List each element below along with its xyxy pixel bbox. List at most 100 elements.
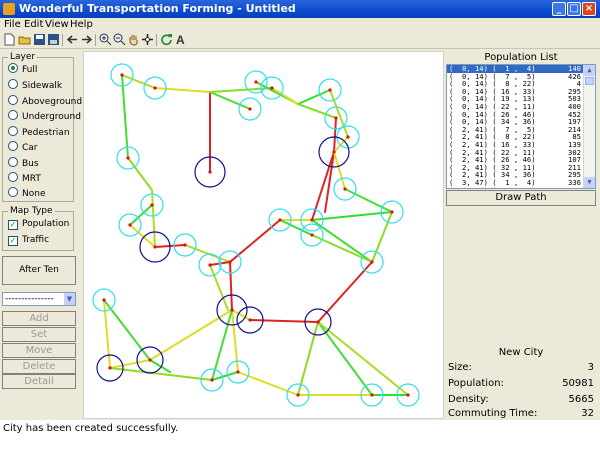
city-population-row: Population: 50981 (448, 377, 596, 391)
city-size-row: Size: 3 (448, 361, 596, 375)
new-file-icon[interactable] (3, 33, 16, 46)
traffic-checkbox[interactable]: ✓ Traffic (8, 234, 49, 246)
layer-option-label: Pedestrian (22, 128, 70, 138)
layer-option-full[interactable]: Full (8, 63, 37, 75)
menu-edit[interactable]: Edit (24, 18, 43, 32)
radio-icon (8, 187, 18, 197)
node-dot (126, 156, 130, 160)
zoom-out-icon[interactable] (113, 33, 126, 46)
city-select-value: --------------- (5, 294, 54, 304)
population-checkbox[interactable]: ✓ Population (8, 218, 69, 230)
data-cursor-icon[interactable] (141, 33, 154, 46)
move-button[interactable]: Move (2, 343, 76, 358)
scroll-up-icon[interactable]: ▲ (584, 65, 595, 76)
layer-option-car[interactable]: Car (8, 141, 38, 153)
menu-view[interactable]: View (45, 18, 69, 32)
menu-bar: File Edit View Help (0, 18, 600, 32)
radio-icon (8, 95, 18, 105)
map-edge (211, 371, 239, 381)
node-dot (248, 107, 252, 111)
map-edge (151, 189, 156, 248)
map-type-panel-title: Map Type (8, 206, 55, 216)
vertical-scrollbar[interactable]: ▲ ▼ (583, 65, 595, 188)
chevron-down-icon: ▼ (64, 293, 75, 305)
city-population-value: 50981 (562, 378, 594, 389)
refresh-icon[interactable] (160, 33, 173, 46)
layer-option-label: Bus (22, 159, 39, 169)
population-row-to: ( 7 , 5) (492, 186, 535, 188)
city-select[interactable]: --------------- ▼ (2, 292, 76, 306)
radio-selected-icon (8, 63, 18, 73)
population-list[interactable]: ( 0, 14) ( 1 , 4) 140( 0, 14) ( 7 , 5) 426… (446, 64, 596, 189)
map-edge (311, 234, 373, 263)
checkbox-label: Population (22, 219, 70, 229)
population-row-value: 46 (572, 186, 581, 188)
node-dot (346, 135, 350, 139)
layer-option-mrt[interactable]: MRT (8, 172, 41, 184)
layer-panel-title: Layer (8, 52, 38, 62)
minimize-button[interactable]: _ (552, 2, 566, 16)
open-folder-icon[interactable] (18, 33, 31, 46)
toolbar-separator (95, 34, 96, 46)
text-icon[interactable]: A (175, 33, 188, 46)
menu-file[interactable]: File (4, 18, 21, 32)
node-dot (153, 86, 157, 90)
scroll-thumb[interactable] (585, 77, 594, 85)
layer-option-label: Full (22, 65, 38, 75)
population-list-row[interactable]: ( 3, 47) ( 7 , 5) 46 (447, 186, 595, 188)
layer-option-none[interactable]: None (8, 187, 45, 199)
save-icon[interactable] (33, 33, 46, 46)
node-dot (208, 170, 212, 174)
node-dot (183, 243, 187, 247)
radio-icon (8, 110, 18, 120)
after-ten-years-button[interactable]: After Ten Years... (2, 256, 76, 302)
city-density-row: Density: 5665 (448, 393, 596, 407)
map-edge (297, 103, 337, 119)
menu-help[interactable]: Help (70, 18, 93, 32)
layer-option-aboveground[interactable]: Aboveground (8, 95, 82, 107)
back-arrow-icon[interactable] (66, 33, 79, 46)
radio-icon (8, 172, 18, 182)
map-edge (109, 367, 213, 381)
checkmark-icon: ✓ (8, 220, 18, 230)
close-button[interactable]: × (582, 2, 596, 16)
layer-option-underground[interactable]: Underground (8, 110, 81, 122)
map-edge (129, 224, 156, 248)
set-button[interactable]: Set (2, 327, 76, 342)
radio-icon (8, 79, 18, 89)
forward-arrow-icon[interactable] (80, 33, 93, 46)
map-edge (209, 261, 231, 266)
map-edge (109, 359, 151, 369)
delete-button[interactable]: Delete (2, 359, 76, 374)
map-edge (121, 74, 156, 89)
layer-option-label: Aboveground (22, 97, 83, 107)
layer-option-pedestrian[interactable]: Pedestrian (8, 126, 70, 138)
node-dot (390, 210, 394, 214)
pan-hand-icon[interactable] (127, 33, 140, 46)
draw-path-button[interactable]: Draw Path (446, 190, 596, 206)
toolbar: A (0, 32, 600, 49)
map-edge (229, 261, 233, 311)
toolbar-separator (156, 34, 157, 46)
city-density-value: 5665 (568, 394, 594, 405)
radio-icon (8, 126, 18, 136)
add-button[interactable]: Add (2, 311, 76, 326)
map-edge (229, 219, 281, 263)
city-population-label: Population: (448, 378, 504, 389)
node-dot (102, 298, 106, 302)
save-as-icon[interactable] (47, 33, 60, 46)
city-commuting-row: Commuting Time: 32 (448, 407, 596, 421)
map-canvas[interactable] (83, 51, 444, 419)
map-edge (297, 89, 331, 105)
city-info-title: New City (498, 347, 544, 358)
scroll-down-icon[interactable]: ▼ (584, 177, 595, 188)
population-row-from: ( 3, 47) (449, 186, 488, 188)
maximize-button[interactable]: □ (567, 2, 581, 16)
node-dot (228, 260, 232, 264)
layer-option-sidewalk[interactable]: Sidewalk (8, 79, 62, 91)
transport-network-map (92, 63, 420, 407)
detail-button[interactable]: Detail (2, 374, 76, 389)
zoom-in-icon[interactable] (99, 33, 112, 46)
layer-option-bus[interactable]: Bus (8, 157, 39, 169)
layer-option-label: MRT (22, 174, 41, 184)
